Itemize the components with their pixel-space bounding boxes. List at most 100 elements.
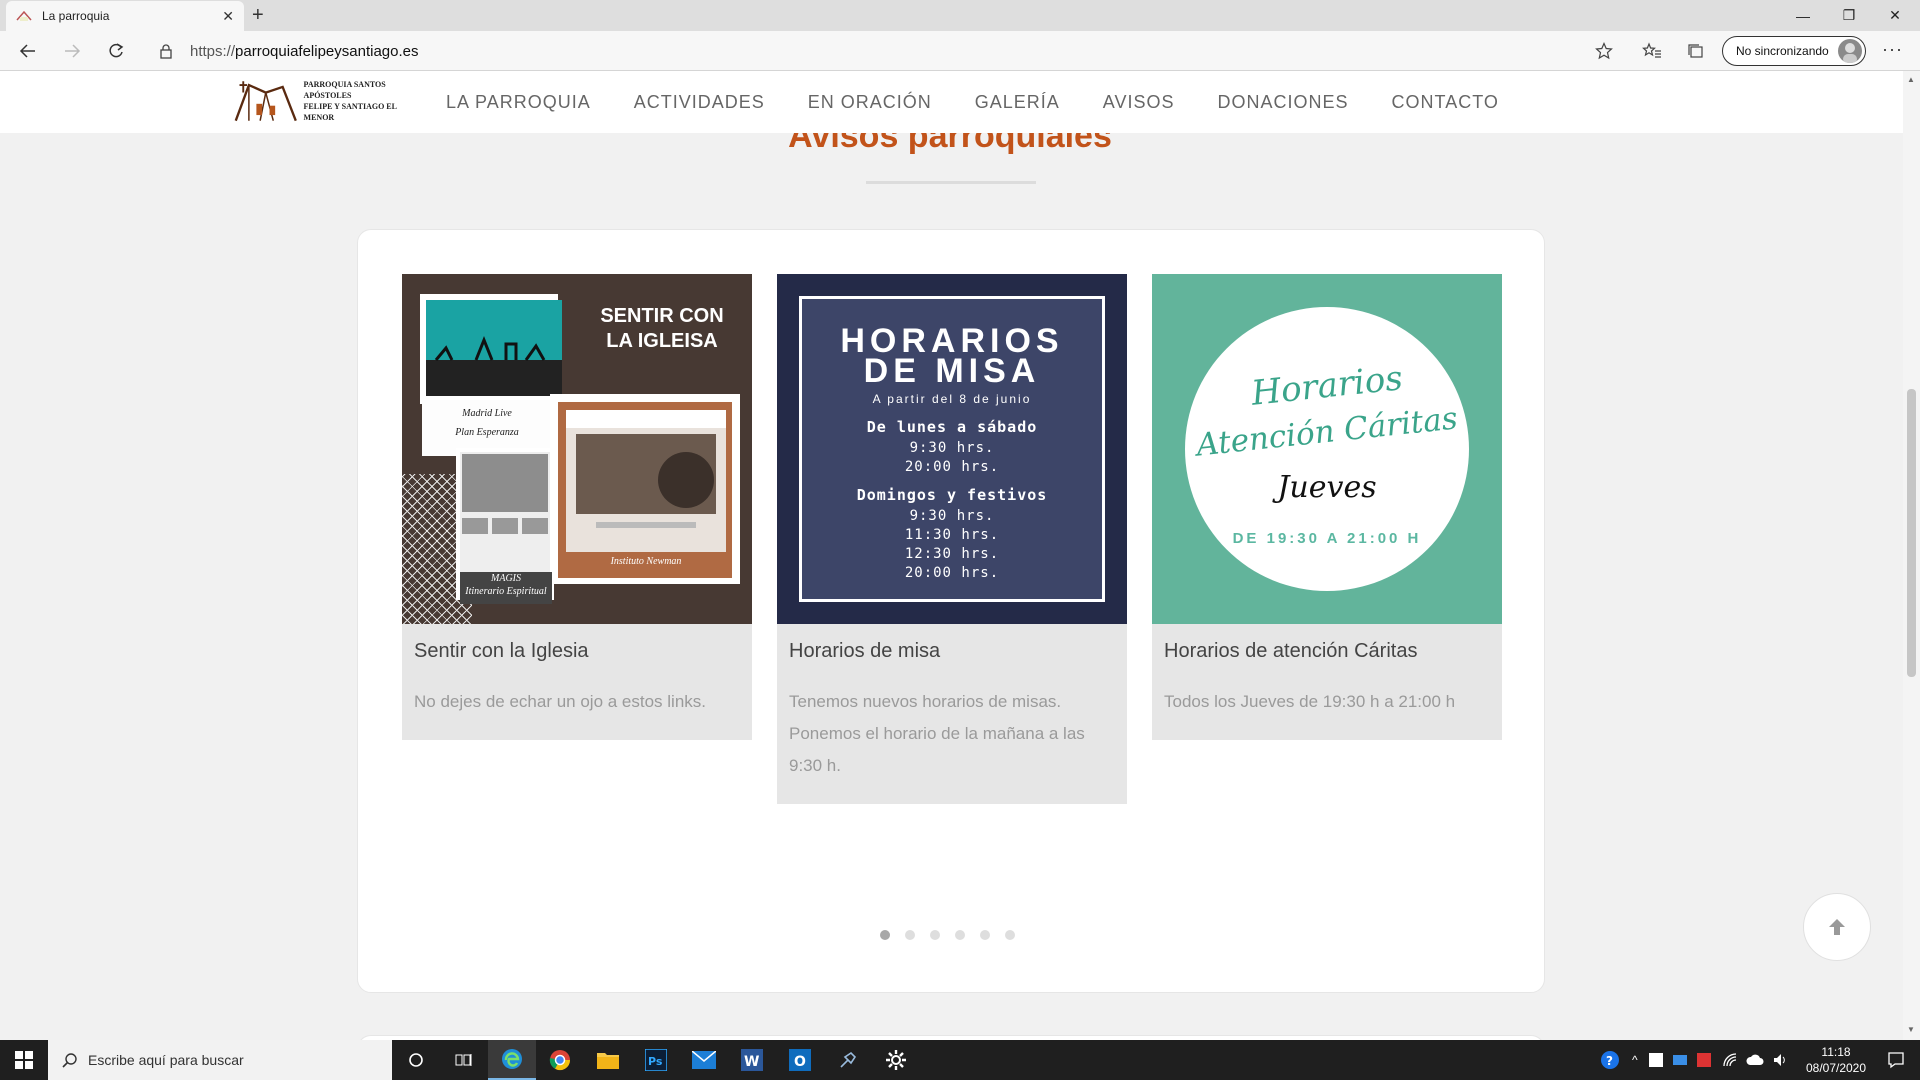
cloud-icon[interactable] [1746, 1053, 1764, 1067]
tab-bar: La parroquia ✕ + — ❐ ✕ [0, 0, 1920, 31]
page-viewport: Avisos parroquiales PARROQUIA SANTOS APÓ… [0, 71, 1903, 1040]
taskbar-search-input[interactable]: Escribe aquí para buscar [48, 1040, 392, 1080]
svg-text:?: ? [1606, 1054, 1613, 1068]
chrome-app-icon[interactable] [536, 1040, 584, 1080]
wifi-icon[interactable] [1722, 1052, 1738, 1068]
card-image-misa[interactable]: HORARIOS DE MISA A partir del 8 de junio… [777, 274, 1127, 624]
outlook-app-icon[interactable]: O [776, 1040, 824, 1080]
card-image-sentir[interactable]: SENTIR CON LA IGLEISA Madrid Live Plan E… [402, 274, 752, 624]
card-title[interactable]: Sentir con la Iglesia [402, 624, 752, 664]
madrid-live-thumbnail [426, 300, 562, 396]
carousel-dot-1[interactable] [880, 930, 890, 940]
scroll-thumb[interactable] [1907, 389, 1916, 677]
nav-avisos[interactable]: AVISOS [1103, 92, 1175, 113]
clock-date: 08/07/2020 [1805, 1061, 1867, 1075]
onedrive-tray-icon[interactable] [1672, 1052, 1688, 1068]
carousel-dot-2[interactable] [905, 930, 915, 940]
sync-status-button[interactable]: No sincronizando [1722, 36, 1866, 66]
clock-time: 11:18 [1821, 1045, 1851, 1059]
newman-thumbnail [566, 410, 726, 552]
url-host: parroquiafelipeysantiago.es [235, 42, 419, 60]
nav-contacto[interactable]: CONTACTO [1392, 92, 1499, 113]
taskbar-clock[interactable]: 11:18 08/07/2020 [1796, 1044, 1876, 1076]
card1-caption-magis: MAGIS Itinerario Espiritual [465, 573, 547, 597]
carousel-dot-4[interactable] [955, 930, 965, 940]
restore-icon[interactable]: ❐ [1826, 0, 1872, 31]
address-bar[interactable]: https://parroquiafelipeysantiago.es [148, 36, 1626, 66]
card-image-caritas[interactable]: Horarios Atención Cáritas Jueves DE 19:3… [1152, 274, 1502, 624]
title-divider [866, 181, 1036, 184]
profile-avatar [1838, 39, 1862, 63]
misa-weekdays-label: De lunes a sábado [866, 418, 1038, 436]
cortana-icon[interactable] [392, 1040, 440, 1080]
card1-heading: SENTIR CON LA IGLEISA [600, 305, 724, 352]
photoshop-icon[interactable]: Ps [632, 1040, 680, 1080]
minimize-icon[interactable]: — [1780, 0, 1826, 31]
page-scrollbar[interactable]: ▲ ▼ [1903, 71, 1920, 1040]
url-protocol: https:// [190, 42, 236, 60]
card-text: No dejes de echar un ojo a estos links. [414, 692, 707, 711]
help-icon[interactable]: ? [1600, 1050, 1620, 1070]
back-to-top-button[interactable] [1803, 893, 1871, 961]
card-text: Tenemos nuevos horarios de misas. Ponemo… [789, 692, 1085, 775]
misa-sunday-time-1: 9:30 hrs. [909, 508, 995, 524]
logo-text: PARROQUIA SANTOS APÓSTOLES FELIPE Y SANT… [304, 79, 427, 123]
app-tray-icon[interactable] [1696, 1052, 1712, 1068]
task-view-icon[interactable] [440, 1040, 488, 1080]
card-title[interactable]: Horarios de atención Cáritas [1152, 624, 1502, 664]
forward-icon[interactable] [60, 39, 84, 63]
nav-en-oracion[interactable]: EN ORACIÓN [808, 92, 932, 113]
tab-close-icon[interactable]: ✕ [222, 8, 234, 25]
windows-taskbar: Escribe aquí para buscar Ps W O ? ^ 11:1… [0, 1040, 1920, 1080]
notice-card-misa[interactable]: HORARIOS DE MISA A partir del 8 de junio… [777, 274, 1127, 804]
misa-weekday-time-2: 20:00 hrs. [904, 459, 1000, 475]
word-app-icon[interactable]: W [728, 1040, 776, 1080]
search-placeholder: Escribe aquí para buscar [88, 1052, 244, 1068]
site-favicon-icon [16, 10, 32, 21]
sync-label: No sincronizando [1736, 44, 1829, 58]
edge-app-icon[interactable] [488, 1040, 536, 1080]
favorite-star-icon[interactable] [1592, 39, 1616, 63]
nav-donaciones[interactable]: DONACIONES [1218, 92, 1349, 113]
misa-weekday-time-1: 9:30 hrs. [909, 440, 995, 456]
misa-sunday-time-3: 12:30 hrs. [904, 546, 1000, 562]
browser-tab[interactable]: La parroquia ✕ [6, 1, 244, 31]
more-options-icon[interactable]: ··· [1882, 39, 1903, 60]
system-tray: ? ^ [1600, 1040, 1788, 1080]
carousel-dot-6[interactable] [1005, 930, 1015, 940]
notice-card-caritas[interactable]: Horarios Atención Cáritas Jueves DE 19:3… [1152, 274, 1502, 740]
parish-logo-icon [234, 81, 297, 122]
carousel-dot-3[interactable] [930, 930, 940, 940]
caritas-time: DE 19:30 A 21:00 H [1232, 530, 1422, 547]
arrow-up-icon [1829, 919, 1845, 935]
card1-caption-madrid: Madrid Live Plan Esperanza [455, 408, 519, 438]
notice-card-sentir[interactable]: SENTIR CON LA IGLEISA Madrid Live Plan E… [402, 274, 752, 740]
tab-title: La parroquia [42, 9, 110, 23]
volume-icon[interactable] [1772, 1052, 1788, 1068]
scroll-down-icon[interactable]: ▼ [1907, 1025, 1915, 1034]
notices-carousel: SENTIR CON LA IGLEISA Madrid Live Plan E… [357, 229, 1545, 993]
pinned-app-icon[interactable] [824, 1040, 872, 1080]
carousel-pagination [880, 930, 1015, 940]
nav-actividades[interactable]: ACTIVIDADES [634, 92, 765, 113]
file-explorer-icon[interactable] [584, 1040, 632, 1080]
card-title[interactable]: Horarios de misa [777, 624, 1127, 664]
close-window-icon[interactable]: ✕ [1872, 0, 1918, 31]
search-icon [62, 1053, 77, 1068]
settings-gear-icon[interactable] [872, 1040, 920, 1080]
refresh-icon[interactable] [104, 39, 128, 63]
nav-la-parroquia[interactable]: LA PARROQUIA [446, 92, 591, 113]
notifications-icon[interactable] [1872, 1040, 1920, 1080]
scroll-up-icon[interactable]: ▲ [1907, 75, 1915, 84]
carousel-dot-5[interactable] [980, 930, 990, 940]
network-share-icon[interactable] [1648, 1052, 1664, 1068]
mail-app-icon[interactable] [680, 1040, 728, 1080]
back-icon[interactable] [16, 39, 40, 63]
windows-start-icon[interactable] [0, 1040, 48, 1080]
collections-icon[interactable] [1684, 39, 1708, 63]
nav-galeria[interactable]: GALERÍA [975, 92, 1060, 113]
site-logo[interactable]: PARROQUIA SANTOS APÓSTOLES FELIPE Y SANT… [232, 77, 427, 125]
new-tab-icon[interactable]: + [252, 4, 264, 26]
favorites-icon[interactable] [1640, 39, 1664, 63]
show-hidden-icons-icon[interactable]: ^ [1632, 1053, 1638, 1067]
